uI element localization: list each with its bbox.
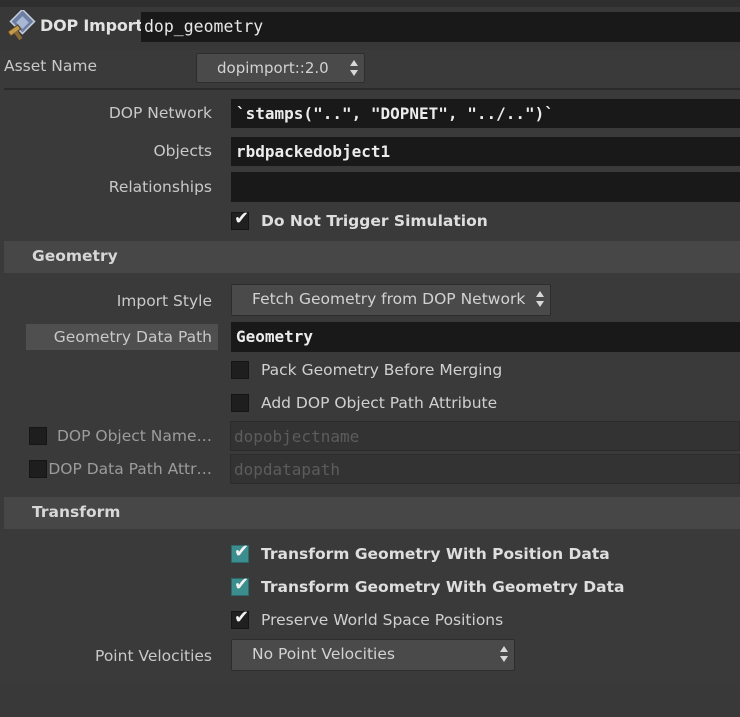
bottom-panel (0, 682, 740, 717)
pack-geometry-checkbox[interactable] (231, 361, 249, 379)
do-not-trigger-checkbox[interactable]: ✔ (231, 208, 250, 230)
node-name-field[interactable]: dop_geometry (141, 12, 740, 42)
relationships-label: Relationships (108, 178, 212, 196)
dop-data-path-toggle[interactable] (29, 460, 47, 478)
node-type-label: DOP Import (40, 16, 143, 35)
point-velocities-menu[interactable]: No Point Velocities (231, 639, 515, 671)
dop-network-label: DOP Network (108, 104, 212, 122)
transform-section-header[interactable]: Transform (4, 497, 740, 529)
geometry-data-path-field[interactable]: Geometry (231, 322, 740, 352)
pack-geometry-label: Pack Geometry Before Merging (261, 361, 503, 379)
dop-object-name-toggle[interactable] (29, 427, 47, 445)
preserve-world-checkbox[interactable]: ✔ (231, 607, 250, 629)
point-velocities-label: Point Velocities (95, 647, 212, 665)
dop-data-path-attr-label: DOP Data Path Attr… (48, 460, 212, 478)
asset-name-label: Asset Name (4, 57, 98, 75)
top-strip (0, 0, 740, 7)
chevron-updown-icon (500, 644, 508, 664)
header-divider (4, 88, 740, 90)
add-path-attr-checkbox[interactable] (231, 394, 249, 412)
dop-import-node-icon (7, 10, 36, 41)
check-icon: ✔ (234, 574, 250, 595)
dop-object-name-field[interactable]: dopobjectname (230, 421, 740, 451)
transform-geometry-label: Transform Geometry With Geometry Data (261, 578, 625, 596)
asset-name-value: dopimport::2.0 (217, 59, 329, 77)
transform-geometry-checkbox[interactable]: ✔ (231, 574, 250, 596)
check-icon: ✔ (234, 541, 250, 562)
check-icon: ✔ (234, 208, 250, 229)
transform-position-label: Transform Geometry With Position Data (261, 545, 610, 563)
dop-data-path-attr-field[interactable]: dopdatapath (230, 454, 740, 484)
objects-label: Objects (153, 142, 212, 160)
geometry-section-header[interactable]: Geometry (4, 241, 740, 273)
relationships-field[interactable] (231, 172, 740, 202)
do-not-trigger-label: Do Not Trigger Simulation (261, 212, 488, 230)
objects-field[interactable]: rbdpackedobject1 (231, 137, 740, 166)
dop-object-name-label: DOP Object Name… (56, 427, 212, 445)
transform-position-checkbox[interactable]: ✔ (231, 541, 250, 563)
import-style-menu[interactable]: Fetch Geometry from DOP Network (231, 284, 551, 316)
import-style-label: Import Style (116, 292, 212, 310)
chevron-updown-icon (536, 289, 544, 309)
dop-network-field[interactable]: `stamps("..", "DOPNET", "../..")` (231, 99, 740, 128)
chevron-updown-icon (350, 58, 358, 78)
point-velocities-value: No Point Velocities (252, 645, 395, 663)
asset-name-menu[interactable]: dopimport::2.0 (196, 53, 365, 83)
preserve-world-label: Preserve World Space Positions (261, 611, 504, 629)
geometry-data-path-label: Geometry Data Path (53, 328, 212, 346)
import-style-value: Fetch Geometry from DOP Network (252, 290, 526, 308)
add-path-attr-label: Add DOP Object Path Attribute (261, 394, 498, 412)
check-icon: ✔ (234, 607, 250, 628)
